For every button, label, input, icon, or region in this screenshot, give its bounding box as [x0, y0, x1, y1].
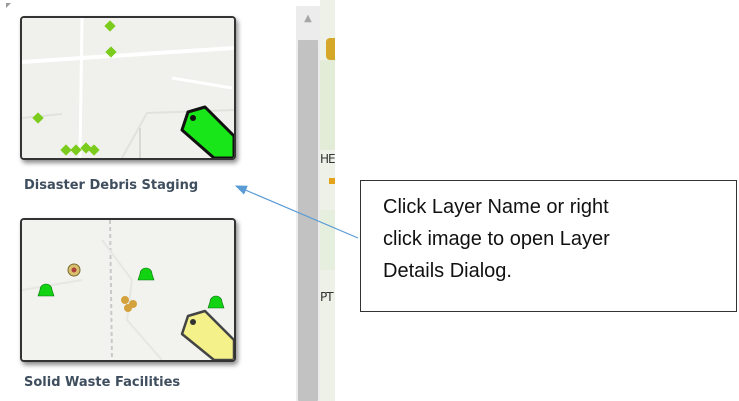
map-road-marker: [329, 178, 335, 184]
debris-map-thumbnail: [22, 18, 234, 158]
callout-line: Details Dialog.: [383, 260, 512, 282]
map-label-fragment: HE: [320, 152, 335, 166]
map-background-strip[interactable]: HE PT: [320, 0, 335, 401]
map-poi-marker: [326, 38, 335, 60]
solid-waste-map-thumbnail: [22, 220, 234, 360]
facility-special-marker: [67, 263, 81, 277]
layer-thumbnail-disaster-debris[interactable]: [20, 16, 236, 160]
layer-list-panel: Disaster Debris Staging Solid Waste Faci…: [0, 0, 296, 401]
scroll-up-arrow-icon[interactable]: ▲: [296, 6, 320, 30]
layer-name-disaster-debris-staging[interactable]: Disaster Debris Staging: [24, 178, 198, 193]
layer-name-solid-waste-facilities[interactable]: Solid Waste Facilities: [24, 375, 180, 390]
map-park-area: [320, 210, 335, 270]
instruction-callout: Click Layer Name or right click image to…: [360, 180, 737, 312]
scrollbar-thumb[interactable]: [298, 40, 318, 401]
callout-line: click image to open Layer: [383, 228, 610, 250]
corner-indicator-icon: [6, 3, 11, 8]
layer-thumbnail-solid-waste[interactable]: [20, 218, 236, 362]
vertical-scrollbar[interactable]: ▲: [296, 6, 320, 401]
callout-line: Click Layer Name or right: [383, 196, 609, 218]
map-park-area: [320, 60, 335, 150]
map-label-fragment: PT: [320, 290, 334, 304]
